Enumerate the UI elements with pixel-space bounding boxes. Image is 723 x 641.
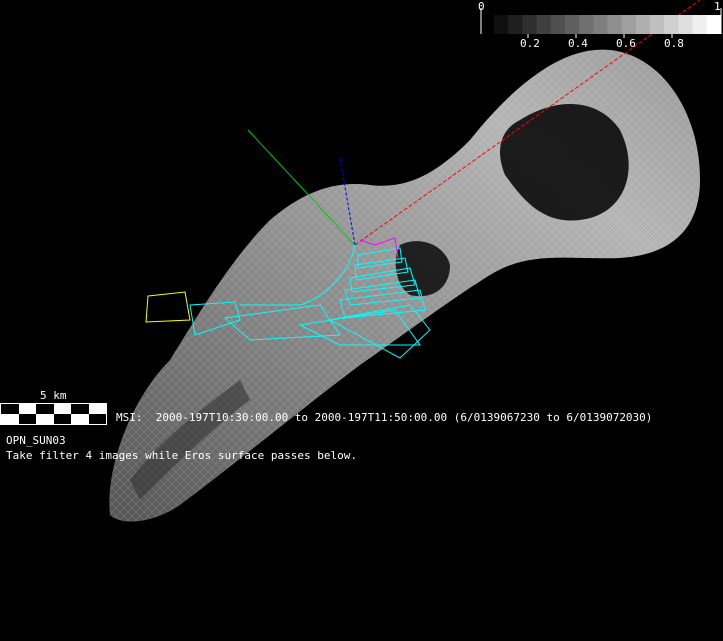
colorbar-step bbox=[692, 15, 708, 34]
colorbar-step bbox=[607, 15, 623, 34]
colorbar-step bbox=[536, 15, 552, 34]
colorbar-step bbox=[494, 15, 509, 34]
colorbar-step bbox=[706, 15, 722, 34]
observation-name: OPN_SUN03 bbox=[6, 434, 66, 447]
colorbar-step bbox=[593, 15, 608, 34]
colorbar-step bbox=[550, 15, 566, 34]
current-footprint bbox=[145, 291, 191, 323]
scale-bar-label: 5 km bbox=[40, 389, 67, 402]
scale-bar bbox=[0, 403, 107, 425]
colorbar-step bbox=[635, 15, 651, 34]
colorbar-tick-label: 0.6 bbox=[616, 37, 636, 50]
colorbar-step bbox=[650, 15, 665, 34]
colorbar-step bbox=[522, 15, 538, 34]
colorbar-step bbox=[579, 15, 594, 34]
asteroid-scene bbox=[109, 0, 722, 522]
colorbar-step bbox=[508, 15, 523, 34]
colorbar-step bbox=[621, 15, 637, 34]
colorbar bbox=[480, 8, 722, 38]
colorbar-tick-label: 0.4 bbox=[568, 37, 588, 50]
colorbar-min-label: 0 bbox=[478, 0, 485, 13]
msi-time-range: MSI: 2000-197T10:30:00.00 to 2000-197T11… bbox=[116, 411, 653, 424]
colorbar-step bbox=[564, 15, 580, 34]
observation-description: Take filter 4 images while Eros surface … bbox=[6, 449, 357, 462]
colorbar-step bbox=[678, 15, 694, 34]
colorbar-tick-label: 0.2 bbox=[520, 37, 540, 50]
colorbar-tick-label: 0.8 bbox=[664, 37, 684, 50]
colorbar-step bbox=[664, 15, 679, 34]
eros-3d-viewer[interactable]: 0 1 0.2 0.4 0.6 0.8 5 km MSI: 2000-197T1… bbox=[0, 0, 723, 641]
colorbar-max-label: 1 bbox=[714, 0, 721, 13]
